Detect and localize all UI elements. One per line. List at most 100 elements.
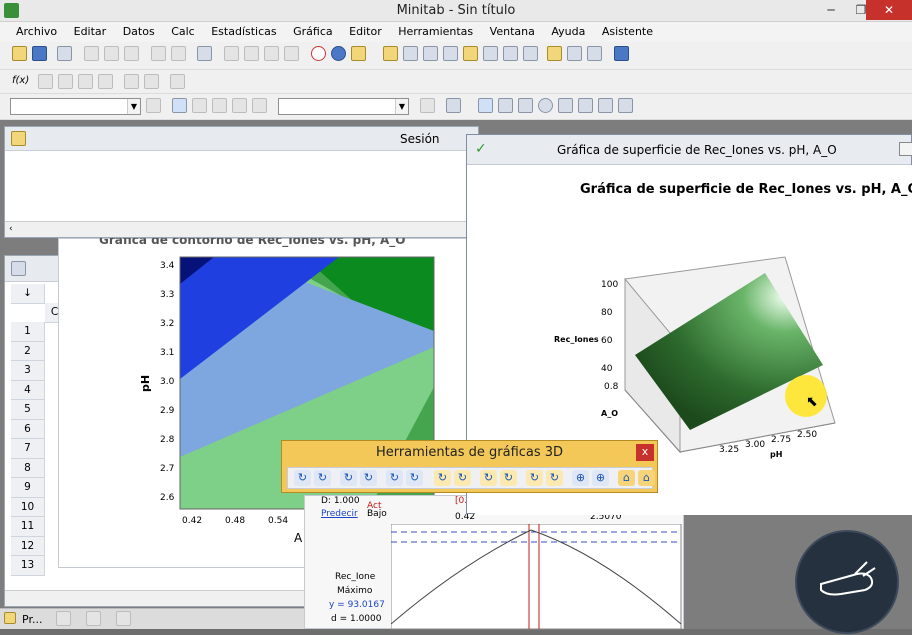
row-number[interactable]: 10 (11, 497, 45, 517)
close-button[interactable]: ✕ (866, 0, 912, 20)
help-icon[interactable] (331, 46, 346, 61)
history-icon[interactable] (463, 46, 478, 61)
menu-ventana[interactable]: Ventana (490, 25, 535, 38)
polyline-tool-icon[interactable] (598, 98, 613, 113)
light-z-ccw-icon[interactable]: ↻ (546, 470, 563, 486)
row-number[interactable]: 8 (11, 458, 45, 478)
rotate-x-ccw-icon[interactable]: ↻ (314, 470, 331, 486)
session-scrollbar[interactable]: ‹ (5, 221, 478, 237)
restore-small-icon[interactable] (56, 611, 71, 626)
pointer-icon[interactable] (478, 98, 493, 113)
predecir-link[interactable]: Predecir (321, 509, 358, 519)
select-arrow-icon[interactable] (172, 98, 187, 113)
columns-icon[interactable] (567, 46, 582, 61)
rotate-x-cw-icon[interactable]: ↻ (294, 470, 311, 486)
row-number[interactable]: 2 (11, 341, 45, 361)
paste-icon[interactable] (124, 46, 139, 61)
menu-estadisticas[interactable]: Estadísticas (211, 25, 276, 38)
maximize-small-icon[interactable] (86, 611, 101, 626)
print-icon[interactable] (57, 46, 72, 61)
menu-calc[interactable]: Calc (171, 25, 195, 38)
window-menu-button[interactable] (899, 142, 912, 156)
row-number[interactable]: 11 (11, 517, 45, 537)
tool-c-icon[interactable] (78, 74, 93, 89)
function-icon[interactable]: f(x) (12, 75, 29, 86)
flag-icon[interactable] (232, 98, 247, 113)
sum-icon[interactable] (351, 46, 366, 61)
menu-editor[interactable]: Editor (349, 25, 382, 38)
row-number[interactable]: 9 (11, 478, 45, 498)
graph-folder-icon[interactable] (423, 46, 438, 61)
tools3d-close-button[interactable]: x (636, 444, 654, 461)
menu-grafica[interactable]: Gráfica (293, 25, 333, 38)
marker-tool-icon[interactable] (578, 98, 593, 113)
swap-icon[interactable] (252, 98, 267, 113)
tool-d-icon[interactable] (98, 74, 113, 89)
light-home-icon[interactable]: ⌂ (638, 470, 655, 486)
response-optimizer-window[interactable]: D: 1.000 Predecir Act Bajo [0. 0.42 2.50… (304, 495, 684, 630)
brush-icon[interactable] (124, 74, 139, 89)
item-select-combo[interactable]: ▼ (10, 98, 141, 115)
rotate-z-ccw-icon[interactable]: ↻ (406, 470, 423, 486)
row-number[interactable]: 13 (11, 556, 45, 576)
line-tool-icon[interactable] (558, 98, 573, 113)
report-icon[interactable] (483, 46, 498, 61)
menu-editar[interactable]: Editar (74, 25, 107, 38)
save-icon[interactable] (32, 46, 47, 61)
row-number[interactable]: 3 (11, 361, 45, 381)
rectangle-tool-icon[interactable] (518, 98, 533, 113)
row-number[interactable]: 7 (11, 439, 45, 459)
rotate-y-ccw-icon[interactable]: ↻ (360, 470, 377, 486)
crosshair-icon[interactable] (212, 98, 227, 113)
tool-a-icon[interactable] (38, 74, 53, 89)
menu-ayuda[interactable]: Ayuda (551, 25, 585, 38)
brush-tool-icon[interactable] (192, 98, 207, 113)
arrow-down-icon[interactable] (244, 46, 259, 61)
rotate-y-cw-icon[interactable]: ↻ (340, 470, 357, 486)
copy-icon[interactable] (104, 46, 119, 61)
zoom-icon[interactable] (446, 98, 461, 113)
light-z-cw-icon[interactable]: ↻ (526, 470, 543, 486)
edit-last-dialog-icon[interactable] (197, 46, 212, 61)
layout-icon[interactable] (523, 46, 538, 61)
light-x-ccw-icon[interactable]: ↻ (454, 470, 471, 486)
minimize-button[interactable]: ─ (816, 0, 846, 20)
close-small-icon[interactable] (116, 611, 131, 626)
column-arrow[interactable]: ↓ (11, 284, 45, 304)
zoom-in-icon[interactable]: ⊕ (572, 470, 589, 486)
insert-row-icon[interactable] (264, 46, 279, 61)
project-icon[interactable] (4, 612, 16, 624)
horizontal-scrollbar[interactable] (5, 590, 305, 606)
tool-b-icon[interactable] (58, 74, 73, 89)
light-y-cw-icon[interactable]: ↻ (480, 470, 497, 486)
light-y-ccw-icon[interactable]: ↻ (500, 470, 517, 486)
menu-archivo[interactable]: Archivo (16, 25, 57, 38)
text-tool-icon[interactable] (498, 98, 513, 113)
light-x-cw-icon[interactable]: ↻ (434, 470, 451, 486)
open-icon[interactable] (12, 46, 27, 61)
project-manager-icon[interactable] (547, 46, 562, 61)
insert-column-icon[interactable] (284, 46, 299, 61)
menu-datos[interactable]: Datos (123, 25, 155, 38)
session-window[interactable]: Sesión ‹ (4, 126, 479, 238)
row-number[interactable]: 1 (11, 322, 45, 342)
eraser-icon[interactable] (170, 74, 185, 89)
info-icon[interactable] (443, 46, 458, 61)
rotate-z-cw-icon[interactable]: ↻ (386, 470, 403, 486)
undo-icon[interactable] (151, 46, 166, 61)
row-number[interactable]: 6 (11, 419, 45, 439)
polygon-tool-icon[interactable] (618, 98, 633, 113)
arrow-up-icon[interactable] (224, 46, 239, 61)
cut-icon[interactable] (84, 46, 99, 61)
delete-icon[interactable] (420, 98, 435, 113)
pen-icon[interactable] (144, 74, 159, 89)
properties-icon[interactable] (146, 98, 161, 113)
session-window-icon[interactable] (383, 46, 398, 61)
constants-icon[interactable] (587, 46, 602, 61)
menu-herramientas[interactable]: Herramientas (398, 25, 473, 38)
row-number[interactable]: 12 (11, 536, 45, 556)
zoom-out-icon[interactable]: ⊕ (592, 470, 609, 486)
close-graphs-icon[interactable] (614, 46, 629, 61)
minimized-window-label[interactable]: Pr... (22, 613, 42, 626)
redo-icon[interactable] (171, 46, 186, 61)
